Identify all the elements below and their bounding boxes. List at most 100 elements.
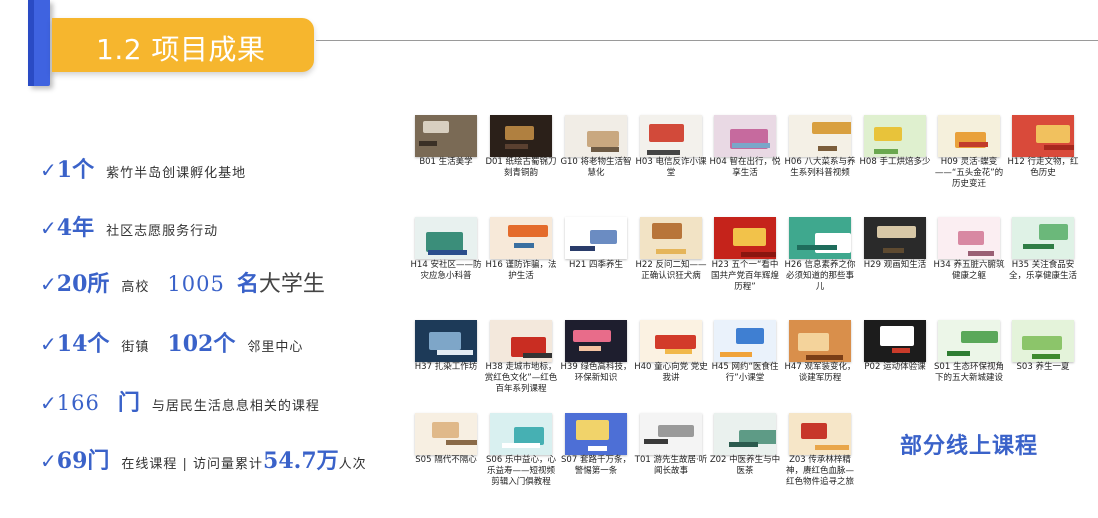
course-caption: H16 谨防诈骗，法护生活 — [485, 260, 557, 281]
stat-text: 街镇 — [121, 340, 150, 355]
course-thumbnail[interactable] — [415, 320, 477, 362]
thumbnail-accent — [874, 149, 898, 154]
course-caption: H34 养五脏六腑筑健康之躯 — [933, 260, 1005, 281]
stat-text: 紫竹半岛创课孵化基地 — [106, 166, 247, 181]
course-caption: H45 网约“医食住行”小课堂 — [711, 362, 779, 383]
course-thumbnail[interactable] — [490, 320, 552, 362]
course-caption: H40 童心向党 党史我讲 — [634, 362, 708, 383]
course-caption: H22 反问二知——正确认识狂犬病 — [635, 260, 707, 281]
stat-unit: 门 — [117, 390, 140, 416]
thumbnail-block — [877, 226, 916, 238]
title-divider — [316, 40, 1098, 41]
thumbnail-block — [655, 335, 696, 349]
thumbnail-block — [590, 230, 617, 244]
course-thumbnail[interactable] — [415, 115, 477, 157]
online-courses-label: 部分线上课程 — [900, 434, 1039, 459]
course-thumbnail[interactable] — [565, 413, 627, 455]
course-caption: Z03 传承林梓精神，赓红色血脉—红色物件追寻之旅 — [785, 455, 854, 487]
thumbnail-block — [733, 228, 766, 246]
thumbnail-block — [423, 121, 449, 133]
course-thumbnail[interactable] — [864, 320, 926, 362]
course-caption: H06 八大菜系与养生系列科普视频 — [784, 157, 856, 178]
course-thumbnail[interactable] — [938, 217, 1000, 259]
course-thumbnail[interactable] — [789, 320, 851, 362]
thumbnail-accent — [892, 348, 910, 353]
course-thumbnail[interactable] — [864, 115, 926, 157]
course-thumbnail[interactable] — [938, 320, 1000, 362]
stat-text: 邻里中心 — [247, 340, 304, 355]
course-caption: H29 观画知生活 — [863, 260, 927, 270]
course-caption: S01 生态环保视角下的五大新城建设 — [934, 362, 1004, 383]
course-thumbnail[interactable] — [1012, 320, 1074, 362]
thumbnail-accent — [1044, 145, 1074, 150]
thumbnail-accent — [570, 246, 595, 251]
page-title: 1.2 项目成果 — [96, 33, 266, 66]
thumbnail-accent — [588, 446, 607, 451]
thumbnail-accent — [947, 351, 970, 356]
check-icon: ✓ — [40, 391, 57, 415]
thumbnail-accent — [419, 141, 437, 146]
course-caption: H21 四季养生 — [569, 260, 623, 270]
thumbnail-block — [576, 420, 609, 440]
thumbnail-block — [801, 423, 827, 439]
thumbnail-accent — [818, 146, 837, 151]
thumbnail-block — [426, 232, 463, 252]
course-thumbnail[interactable] — [490, 115, 552, 157]
course-thumbnail[interactable] — [714, 320, 776, 362]
course-caption: H12 行走文物，红色历史 — [1007, 157, 1079, 178]
thumbnail-block — [508, 225, 548, 237]
course-caption: S03 养生一夏 — [1016, 362, 1070, 372]
stat-number: 14个 — [56, 331, 110, 357]
stat-item-years: ✓4年 社区志愿服务行动 — [40, 210, 218, 242]
course-caption: H37 扎染工作坊 — [414, 362, 478, 372]
course-thumbnail[interactable] — [789, 115, 851, 157]
thumbnail-accent — [446, 440, 477, 445]
course-thumbnail[interactable] — [565, 115, 627, 157]
thumbnail-block — [505, 126, 534, 140]
course-caption: H03 电信反诈小课堂 — [635, 157, 707, 178]
course-thumbnail[interactable] — [789, 217, 851, 259]
thumbnail-block — [961, 331, 998, 343]
thumbnail-block — [1022, 336, 1062, 350]
course-thumbnail[interactable] — [714, 115, 776, 157]
thumbnail-block — [649, 124, 684, 142]
course-thumbnail[interactable] — [490, 413, 552, 455]
course-thumbnail[interactable] — [415, 413, 477, 455]
course-thumbnail[interactable] — [640, 320, 702, 362]
course-thumbnail[interactable] — [789, 413, 851, 455]
course-caption: T01 游先生故居·听闻长故事 — [634, 455, 708, 476]
course-thumbnail[interactable] — [640, 115, 702, 157]
course-thumbnail[interactable] — [864, 217, 926, 259]
stat-number-secondary: 54.7万 — [263, 448, 339, 474]
thumbnail-block — [958, 231, 984, 245]
thumbnail-block — [736, 328, 764, 344]
course-thumbnail[interactable] — [714, 217, 776, 259]
stat-item-streets: ✓14个 街镇 102个 邻里中心 — [40, 326, 303, 358]
course-thumbnail[interactable] — [490, 217, 552, 259]
course-thumbnail[interactable] — [714, 413, 776, 455]
course-thumbnail[interactable] — [640, 413, 702, 455]
course-thumbnail[interactable] — [565, 320, 627, 362]
thumbnail-accent — [644, 439, 668, 444]
course-caption: S06 乐中益心，心乐益寿——短视频剪辑入门俱教程 — [486, 455, 556, 487]
course-thumbnail[interactable] — [938, 115, 1000, 157]
stat-unit: 名 — [236, 271, 259, 297]
course-thumbnail[interactable] — [415, 217, 477, 259]
course-caption: H09 灵活·蝶变——“五头金花”的历史变迁 — [934, 157, 1004, 189]
thumbnail-accent — [806, 355, 843, 360]
thumbnail-accent — [959, 142, 988, 147]
course-caption: H38 走城市地标，赏红色文化”—红色百年系列课程 — [484, 362, 558, 394]
stat-item-base: ✓1个 紫竹半岛创课孵化基地 — [40, 152, 246, 184]
course-thumbnail[interactable] — [640, 217, 702, 259]
stat-item-courses: ✓166 门与居民生活息息相关的课程 — [40, 385, 320, 417]
course-thumbnail[interactable] — [1012, 115, 1074, 157]
course-caption: Z02 中医养生与中医茶 — [709, 455, 781, 476]
stat-number: 69门 — [56, 448, 110, 474]
thumbnail-block — [429, 332, 461, 350]
thumbnail-accent — [523, 353, 552, 358]
stat-text: 人次 — [338, 457, 367, 472]
course-caption: S07 套路千万条，警惕第一条 — [561, 455, 631, 476]
thumbnail-block — [573, 330, 611, 342]
course-thumbnail[interactable] — [1012, 217, 1074, 259]
course-thumbnail[interactable] — [565, 217, 627, 259]
